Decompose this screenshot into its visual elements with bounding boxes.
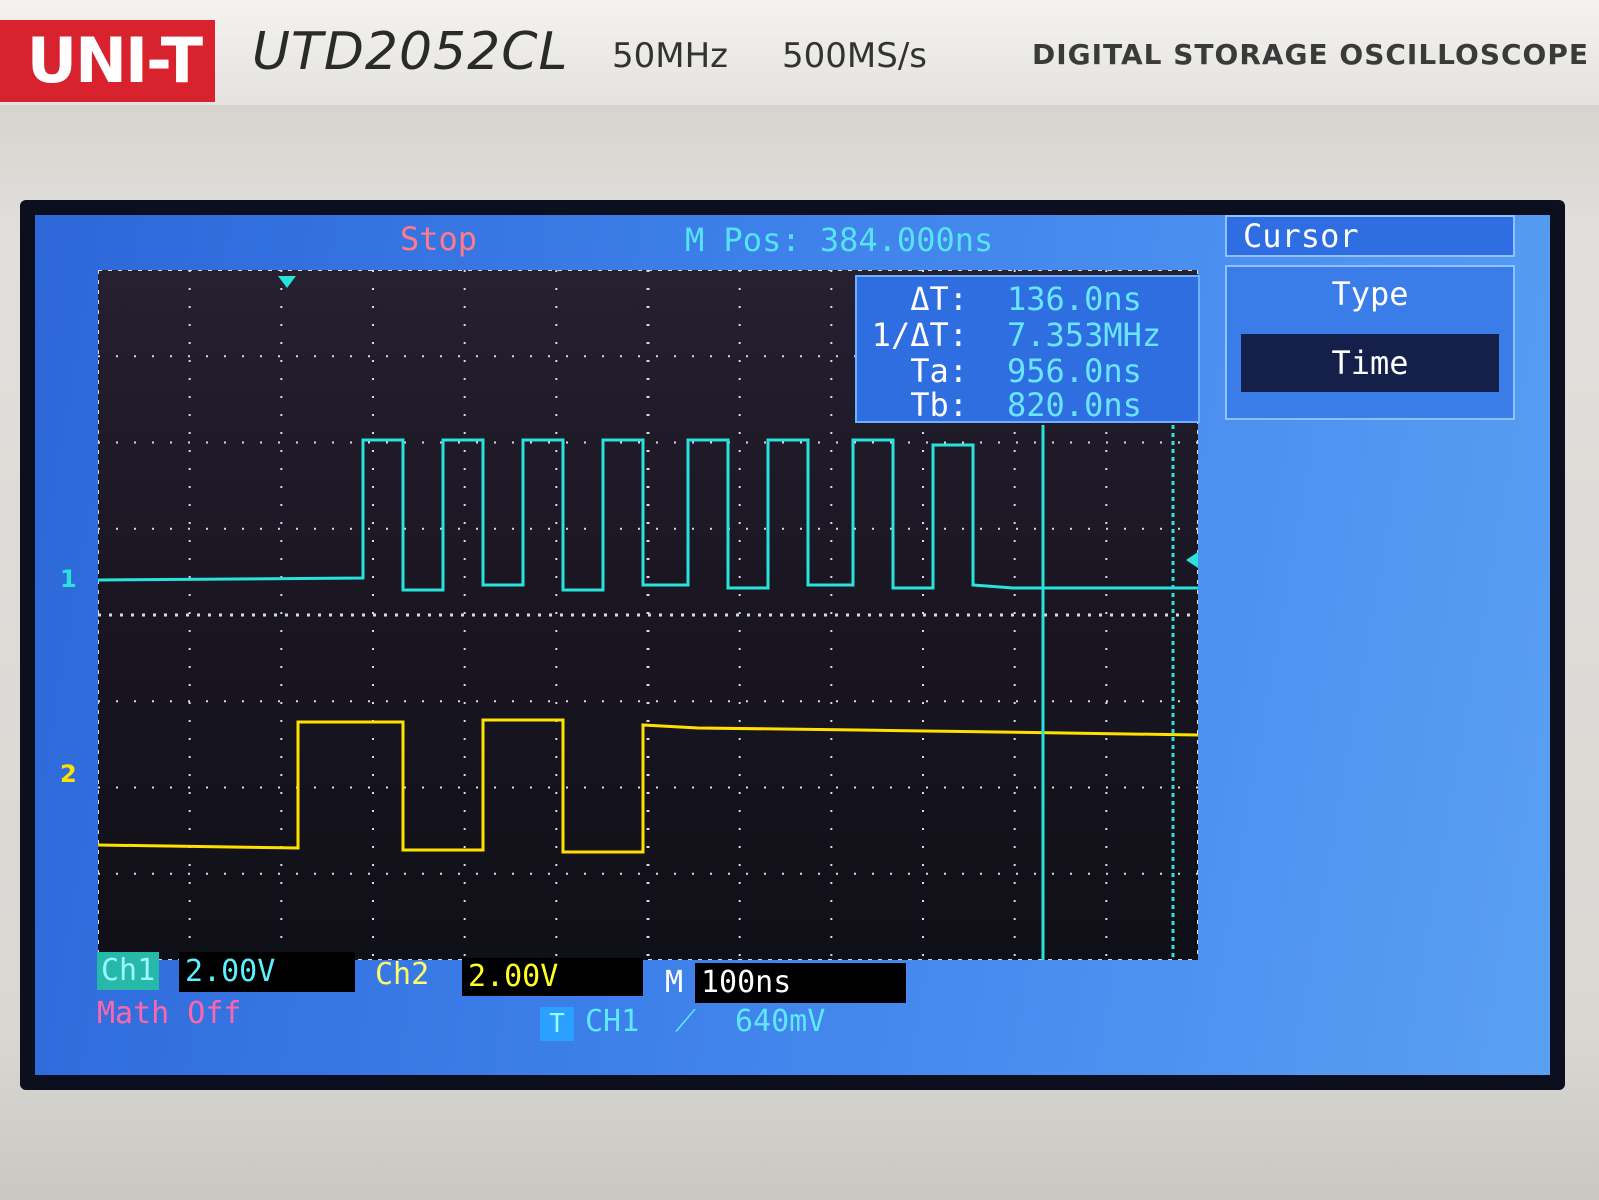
trigger-icon: T	[540, 1007, 574, 1041]
cursor-readout-panel: ΔT: 136.0ns 1/ΔT: 7.353MHz Ta: 956.0ns T…	[855, 275, 1200, 423]
math-status: Math Off	[97, 996, 242, 1031]
ch1-ground-marker: 1	[60, 565, 77, 593]
acquisition-status: Stop	[400, 220, 478, 258]
cursor-label: 1/ΔT:	[871, 316, 968, 354]
cursor-row-ta: Ta: 956.0ns	[857, 353, 1198, 389]
ch1-waveform	[98, 438, 1198, 592]
cursor-row-frequency: 1/ΔT: 7.353MHz	[857, 317, 1198, 353]
ch1-scale: 2.00V	[179, 952, 355, 992]
cursor-value: 7.353MHz	[1007, 316, 1162, 354]
ch2-label: Ch2	[375, 957, 430, 992]
cursor-label: Tb:	[910, 386, 968, 424]
timebase-scale: 100ns	[695, 963, 906, 1003]
device-header: UNI-T UTD2052CL 50MHz 500MS/s DIGITAL ST…	[0, 0, 1599, 105]
rising-edge-icon: ⟋	[675, 1004, 696, 1039]
model-name: UTD2052CL	[252, 22, 569, 82]
cursor-value: 136.0ns	[1007, 280, 1142, 318]
menu-title-cursor: Cursor	[1225, 215, 1515, 257]
menu-option-label: Type	[1331, 275, 1409, 313]
oscilloscope-screen: Stop M Pos: 384.000ns 1 2 ΔT: 136.0ns 1/…	[35, 215, 1550, 1075]
cursor-value: 820.0ns	[1007, 386, 1142, 424]
cursor-row-tb: Tb: 820.0ns	[857, 387, 1198, 423]
device-description: DIGITAL STORAGE OSCILLOSCOPE	[1032, 38, 1589, 71]
timebase-label: M	[665, 965, 684, 1000]
trigger-level-marker	[1186, 552, 1198, 568]
ch2-ground-marker: 2	[60, 760, 77, 788]
cursor-label: ΔT:	[910, 280, 968, 318]
cursor-label: Ta:	[910, 352, 968, 390]
bandwidth-spec: 50MHz	[612, 36, 729, 76]
sample-rate-spec: 500MS/s	[782, 36, 927, 76]
horizontal-position: M Pos: 384.000ns	[685, 221, 994, 259]
trigger-level: 640mV	[735, 1004, 826, 1039]
ch2-scale: 2.00V	[462, 958, 643, 996]
menu-option-type[interactable]: Type Time	[1225, 265, 1515, 420]
brand-logo: UNI-T	[0, 20, 215, 102]
trigger-source: CH1	[585, 1004, 640, 1039]
cursor-value: 956.0ns	[1007, 352, 1142, 390]
menu-option-value[interactable]: Time	[1241, 334, 1499, 392]
ch1-label: Ch1	[97, 952, 160, 990]
cursor-row-delta-t: ΔT: 136.0ns	[857, 281, 1198, 317]
trigger-position-marker	[278, 276, 296, 288]
